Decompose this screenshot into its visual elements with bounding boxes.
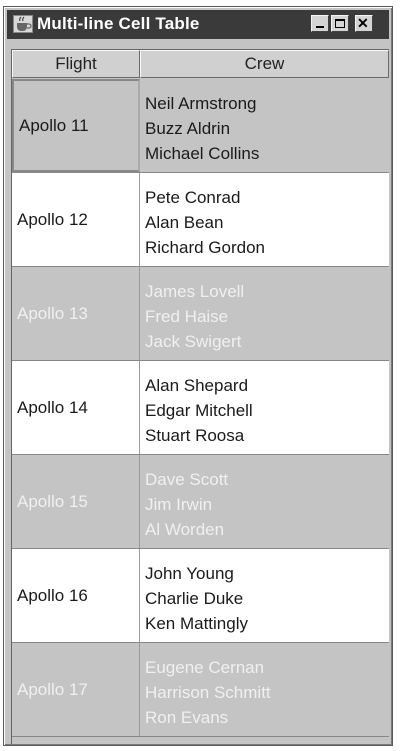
crew-member: Edgar Mitchell	[145, 401, 253, 420]
minimize-icon	[316, 26, 324, 28]
table-header: Flight Crew	[12, 50, 389, 78]
flight-cell[interactable]: Apollo 17	[12, 643, 140, 736]
flight-cell[interactable]: Apollo 14	[12, 361, 140, 454]
crew-member: James Lovell	[145, 282, 245, 301]
close-button[interactable]: ✕	[355, 15, 373, 32]
crew-member: Fred Haise	[145, 307, 229, 326]
maximize-icon	[335, 19, 345, 28]
crew-member: Jack Swigert	[145, 332, 242, 351]
flight-cell[interactable]: Apollo 15	[12, 455, 140, 548]
crew-member: Alan Shepard	[145, 376, 249, 395]
crew-cell[interactable]: James Lovell Fred Haise Jack Swigert	[140, 267, 389, 360]
table-row[interactable]: Apollo 17 Eugene Cernan Harrison Schmitt…	[12, 643, 389, 737]
table-row[interactable]: Apollo 16 John Young Charlie Duke Ken Ma…	[12, 549, 389, 643]
crew-member: Richard Gordon	[145, 238, 266, 257]
app-window: Multi-line Cell Table ✕ Flight Crew Apol…	[3, 6, 393, 746]
crew-member: Alan Bean	[145, 213, 224, 232]
crew-table: Flight Crew Apollo 11 Neil Armstrong Buz…	[11, 49, 389, 744]
crew-member: Neil Armstrong	[145, 94, 257, 113]
crew-cell[interactable]: Pete Conrad Alan Bean Richard Gordon	[140, 173, 389, 266]
crew-member: Buzz Aldrin	[145, 119, 231, 138]
crew-member: Charlie Duke	[145, 589, 244, 608]
crew-cell[interactable]: John Young Charlie Duke Ken Mattingly	[140, 549, 389, 642]
flight-cell[interactable]: Apollo 13	[12, 267, 140, 360]
java-cup-icon	[13, 15, 33, 33]
crew-cell[interactable]: Alan Shepard Edgar Mitchell Stuart Roosa	[140, 361, 389, 454]
crew-member: John Young	[145, 564, 234, 583]
crew-member: Dave Scott	[145, 470, 229, 489]
crew-cell[interactable]: Dave Scott Jim Irwin Al Worden	[140, 455, 389, 548]
minimize-button[interactable]	[311, 15, 329, 32]
crew-member: Pete Conrad	[145, 188, 241, 207]
table-row[interactable]: Apollo 15 Dave Scott Jim Irwin Al Worden	[12, 455, 389, 549]
flight-cell[interactable]: Apollo 12	[12, 173, 140, 266]
crew-member: Michael Collins	[145, 144, 260, 163]
table-row[interactable]: Apollo 13 James Lovell Fred Haise Jack S…	[12, 267, 389, 361]
crew-member: Harrison Schmitt	[145, 683, 271, 702]
maximize-button[interactable]	[331, 15, 349, 32]
flight-cell[interactable]: Apollo 16	[12, 549, 140, 642]
window-title: Multi-line Cell Table	[37, 14, 200, 33]
column-header-crew[interactable]: Crew	[140, 50, 389, 78]
table-row[interactable]: Apollo 14 Alan Shepard Edgar Mitchell St…	[12, 361, 389, 455]
table-row[interactable]: Apollo 12 Pete Conrad Alan Bean Richard …	[12, 173, 389, 267]
close-icon: ✕	[357, 15, 369, 31]
crew-cell[interactable]: Neil Armstrong Buzz Aldrin Michael Colli…	[140, 79, 389, 172]
crew-cell[interactable]: Eugene Cernan Harrison Schmitt Ron Evans	[140, 643, 389, 736]
crew-member: Al Worden	[145, 520, 225, 539]
column-header-flight[interactable]: Flight	[12, 50, 140, 78]
crew-member: Stuart Roosa	[145, 426, 245, 445]
title-bar[interactable]: Multi-line Cell Table ✕	[7, 10, 389, 39]
crew-member: Jim Irwin	[145, 495, 213, 514]
table-row[interactable]: Apollo 11 Neil Armstrong Buzz Aldrin Mic…	[12, 79, 389, 173]
crew-member: Eugene Cernan	[145, 658, 265, 677]
flight-cell[interactable]: Apollo 11	[12, 79, 140, 172]
crew-member: Ron Evans	[145, 708, 229, 727]
crew-member: Ken Mattingly	[145, 614, 248, 633]
